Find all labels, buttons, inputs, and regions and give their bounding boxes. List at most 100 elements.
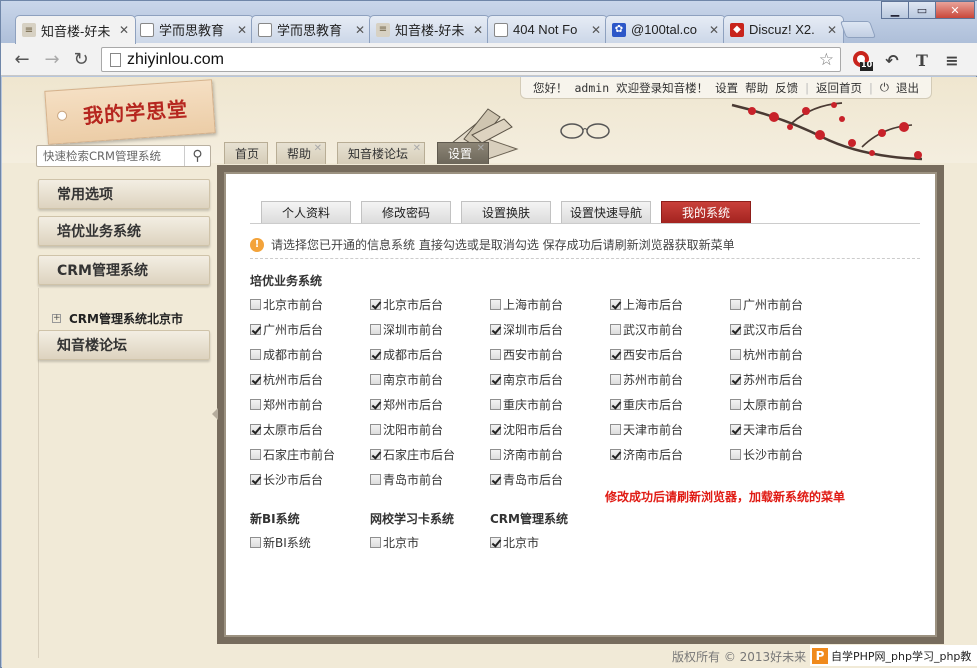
checkbox-box[interactable]: [370, 537, 381, 548]
checkbox-box[interactable]: [370, 299, 381, 310]
checkbox-box[interactable]: [250, 349, 261, 360]
checkbox-peiyou-option[interactable]: 长沙市前台: [730, 446, 803, 463]
checkbox-box[interactable]: [250, 399, 261, 410]
tree-item-crm-beijing[interactable]: + CRM管理系统北京市: [52, 310, 183, 327]
close-tab-icon[interactable]: ✕: [413, 143, 421, 154]
checkbox-box[interactable]: [610, 449, 621, 460]
checkbox-box[interactable]: [610, 399, 621, 410]
settings-subtab[interactable]: 我的系统: [661, 201, 751, 223]
maximize-button[interactable]: ▭: [908, 1, 936, 19]
checkbox-box[interactable]: [370, 449, 381, 460]
nav-tab[interactable]: 首页: [224, 142, 268, 164]
checkbox-peiyou-option[interactable]: 上海市后台: [610, 296, 683, 313]
checkbox-box[interactable]: [610, 424, 621, 435]
checkbox-peiyou-option[interactable]: 石家庄市前台: [250, 446, 335, 463]
checkbox-box[interactable]: [490, 424, 501, 435]
search-icon[interactable]: ⚲: [184, 146, 210, 166]
checkbox-peiyou-option[interactable]: 重庆市后台: [610, 396, 683, 413]
close-tab-icon[interactable]: ✕: [591, 23, 601, 37]
home-link[interactable]: 返回首页: [816, 80, 862, 96]
checkbox-peiyou-option[interactable]: 天津市前台: [610, 421, 683, 438]
close-tab-icon[interactable]: ✕: [314, 143, 322, 154]
sidebar-item-forum[interactable]: 知音楼论坛: [38, 330, 210, 360]
checkbox-peiyou-option[interactable]: 北京市前台: [250, 296, 323, 313]
checkbox-peiyou-option[interactable]: 南京市后台: [490, 371, 563, 388]
settings-subtab[interactable]: 设置换肤: [461, 201, 551, 223]
checkbox-peiyou-option[interactable]: 重庆市前台: [490, 396, 563, 413]
settings-link[interactable]: 设置: [715, 80, 738, 96]
menu-icon[interactable]: ≡: [941, 49, 963, 71]
checkbox-box[interactable]: [610, 374, 621, 385]
checkbox-box[interactable]: [730, 349, 741, 360]
browser-tab[interactable]: 404 Not Fo ✕: [487, 15, 608, 43]
checkbox-box[interactable]: [490, 399, 501, 410]
close-tab-icon[interactable]: ✕: [473, 23, 483, 37]
browser-tab[interactable]: ≡ 知音楼-好未 ✕: [15, 15, 136, 44]
close-tab-icon[interactable]: ✕: [709, 23, 719, 37]
checkbox-bi[interactable]: 新BI系统: [250, 534, 311, 551]
checkbox-peiyou-option[interactable]: 北京市后台: [370, 296, 443, 313]
checkbox-box[interactable]: [370, 474, 381, 485]
checkbox-peiyou-option[interactable]: 西安市后台: [610, 346, 683, 363]
checkbox-peiyou-option[interactable]: 西安市前台: [490, 346, 563, 363]
settings-subtab[interactable]: 修改密码: [361, 201, 451, 223]
back-icon[interactable]: ←: [11, 48, 33, 70]
sidebar-item-common[interactable]: 常用选项: [38, 179, 210, 209]
checkbox-box[interactable]: [370, 349, 381, 360]
close-tab-icon[interactable]: ✕: [355, 23, 365, 37]
logout-link[interactable]: 退出: [896, 80, 919, 96]
checkbox-card-beijing[interactable]: 北京市: [370, 534, 419, 551]
checkbox-box[interactable]: [490, 374, 501, 385]
close-tab-icon[interactable]: ✕: [119, 23, 129, 37]
checkbox-peiyou-option[interactable]: 济南市后台: [610, 446, 683, 463]
checkbox-box[interactable]: [250, 449, 261, 460]
checkbox-box[interactable]: [370, 424, 381, 435]
checkbox-box[interactable]: [490, 349, 501, 360]
checkbox-peiyou-option[interactable]: 太原市后台: [250, 421, 323, 438]
sidebar-item-peiyou[interactable]: 培优业务系统: [38, 216, 210, 246]
nav-tab[interactable]: 帮助 ✕: [276, 142, 326, 164]
checkbox-box[interactable]: [370, 324, 381, 335]
checkbox-box[interactable]: [250, 424, 261, 435]
checkbox-box[interactable]: [610, 324, 621, 335]
browser-tab[interactable]: 学而思教育 ✕: [133, 15, 254, 43]
checkbox-peiyou-option[interactable]: 天津市后台: [730, 421, 803, 438]
checkbox-peiyou-option[interactable]: 南京市前台: [370, 371, 443, 388]
expand-plus-icon[interactable]: +: [52, 314, 61, 323]
collapse-arrow-icon[interactable]: [212, 408, 218, 420]
checkbox-peiyou-option[interactable]: 上海市前台: [490, 296, 563, 313]
checkbox-peiyou-option[interactable]: 苏州市前台: [610, 371, 683, 388]
checkbox-peiyou-option[interactable]: 济南市前台: [490, 446, 563, 463]
checkbox-box[interactable]: [730, 399, 741, 410]
power-icon[interactable]: ⏻: [880, 80, 889, 95]
checkbox-peiyou-option[interactable]: 武汉市后台: [730, 321, 803, 338]
checkbox-box[interactable]: [250, 537, 261, 548]
checkbox-box[interactable]: [730, 424, 741, 435]
checkbox-peiyou-option[interactable]: 沈阳市后台: [490, 421, 563, 438]
bookmark-star-icon[interactable]: ☆: [819, 50, 834, 70]
browser-tab[interactable]: ≡ 知音楼-好未 ✕: [369, 15, 490, 43]
checkbox-peiyou-option[interactable]: 成都市前台: [250, 346, 323, 363]
checkbox-box[interactable]: [250, 474, 261, 485]
reload-icon[interactable]: ↻: [70, 48, 92, 70]
forward-icon[interactable]: →: [41, 48, 63, 70]
checkbox-peiyou-option[interactable]: 青岛市后台: [490, 471, 563, 488]
checkbox-peiyou-option[interactable]: 太原市前台: [730, 396, 803, 413]
help-link[interactable]: 帮助: [745, 80, 768, 96]
checkbox-peiyou-option[interactable]: 郑州市后台: [370, 396, 443, 413]
checkbox-peiyou-option[interactable]: 沈阳市前台: [370, 421, 443, 438]
sidebar-search-input[interactable]: 快速检索CRM管理系统 ⚲: [36, 145, 211, 167]
sidebar-item-crm[interactable]: CRM管理系统: [38, 255, 210, 285]
new-tab-button[interactable]: [839, 21, 877, 38]
settings-subtab[interactable]: 设置快速导航: [561, 201, 651, 223]
checkbox-peiyou-option[interactable]: 杭州市后台: [250, 371, 323, 388]
checkbox-peiyou-option[interactable]: 深圳市后台: [490, 321, 563, 338]
checkbox-peiyou-option[interactable]: 广州市后台: [250, 321, 323, 338]
checkbox-peiyou-option[interactable]: 成都市后台: [370, 346, 443, 363]
checkbox-box[interactable]: [490, 299, 501, 310]
close-window-button[interactable]: ✕: [935, 1, 975, 19]
browser-tab[interactable]: ✿ @100tal.co ✕: [605, 15, 726, 43]
checkbox-peiyou-option[interactable]: 苏州市后台: [730, 371, 803, 388]
checkbox-box[interactable]: [250, 299, 261, 310]
text-t-icon[interactable]: T: [911, 49, 933, 71]
